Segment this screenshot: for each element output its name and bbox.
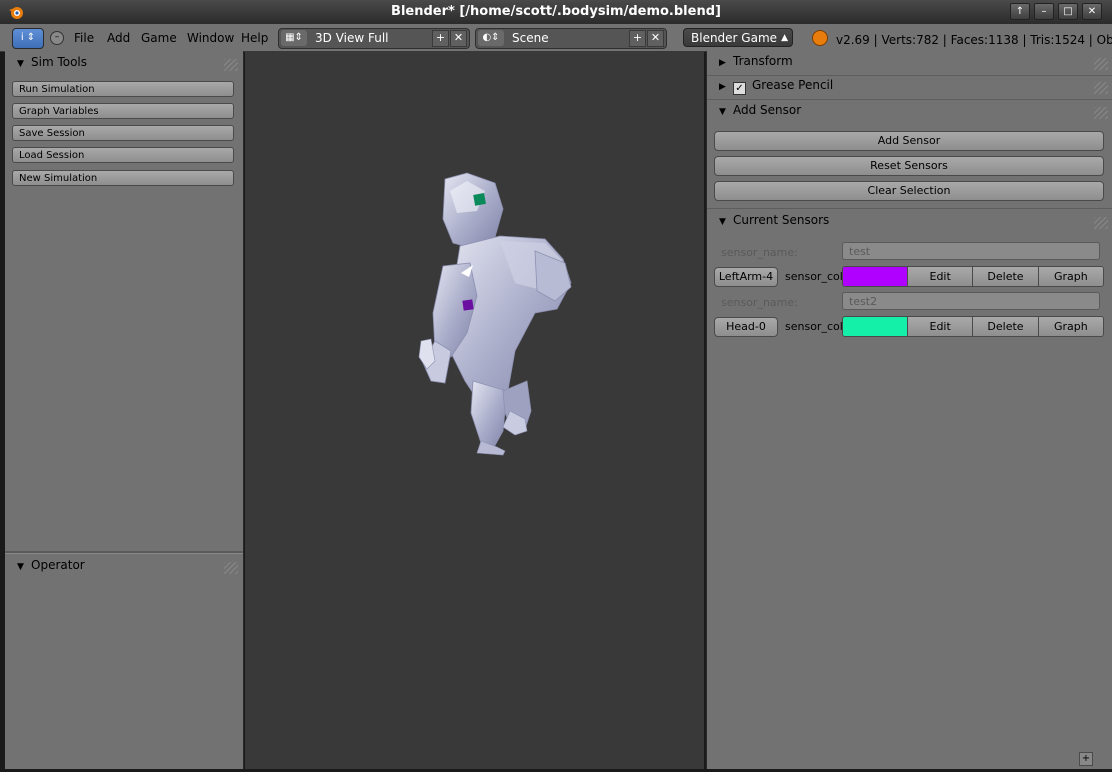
sim-tools-header[interactable]: ▼ Sim Tools [5, 55, 243, 77]
sensor-color-swatch[interactable] [843, 267, 908, 286]
shelf-divider[interactable] [5, 551, 243, 554]
current-sensors-title: Current Sensors [733, 213, 830, 227]
scene-value: Scene [512, 31, 549, 45]
sensor-edit-button[interactable]: Edit [908, 317, 974, 336]
info-icon: i [20, 32, 24, 43]
expanded-triangle-icon: ▼ [17, 562, 24, 572]
sensor-delete-button[interactable]: Delete [973, 267, 1039, 286]
grease-pencil-header[interactable]: ▶ ✓ Grease Pencil [707, 78, 1112, 100]
window-close-button[interactable]: ✕ [1082, 3, 1102, 20]
add-scene-icon[interactable]: + [629, 30, 646, 47]
region-expand-icon[interactable]: + [1079, 752, 1093, 766]
render-engine-value: Blender Game [691, 31, 778, 45]
screen-layout-icon: ▦⇕ [281, 30, 307, 46]
head-sensor-marker[interactable] [473, 193, 486, 206]
operator-header[interactable]: ▼ Operator [5, 558, 243, 580]
panel-grip-icon[interactable] [1094, 58, 1108, 70]
screen-layout-value: 3D View Full [315, 31, 389, 45]
window-titlebar: Blender* [/home/scott/.bodysim/demo.blen… [0, 0, 1112, 24]
sensor-col-label: sensor_col [785, 270, 843, 283]
stats-text: v2.69 | Verts:782 | Faces:1138 | Tris:15… [836, 33, 1112, 47]
sensor-col-label: sensor_col [785, 320, 843, 333]
menu-help[interactable]: Help [241, 31, 268, 45]
save-session-button[interactable]: Save Session [12, 125, 234, 141]
menu-add[interactable]: Add [107, 31, 130, 45]
current-sensors-header[interactable]: ▼ Current Sensors [707, 213, 1112, 235]
expanded-triangle-icon: ▼ [719, 217, 726, 227]
sensor-part-button[interactable]: Head-0 [714, 317, 778, 337]
remove-screen-icon[interactable]: ✕ [450, 30, 467, 47]
add-screen-icon[interactable]: + [432, 30, 449, 47]
collapse-menus-icon[interactable]: – [50, 31, 64, 45]
sensor-color-swatch[interactable] [843, 317, 908, 336]
panel-grip-icon[interactable] [1094, 82, 1108, 94]
collapsed-triangle-icon: ▶ [719, 58, 726, 68]
panel-grip-icon[interactable] [1094, 107, 1108, 119]
scene-icon: ◐⇕ [478, 30, 504, 46]
sensor-edit-button[interactable]: Edit [908, 267, 974, 286]
sensor-name-field[interactable]: test2 [842, 292, 1100, 310]
3d-viewport[interactable] [245, 51, 704, 769]
window-raise-button[interactable]: ↑ [1010, 3, 1030, 20]
sensor-name-label: sensor_name: [721, 246, 798, 259]
sensor-name-field[interactable]: test [842, 242, 1100, 260]
reset-sensors-button[interactable]: Reset Sensors [714, 156, 1104, 176]
grease-pencil-checkbox[interactable]: ✓ [733, 82, 746, 95]
sim-tools-title: Sim Tools [31, 55, 88, 69]
add-sensor-button[interactable]: Add Sensor [714, 131, 1104, 151]
sensor-graph-select-button[interactable]: Graph Select [1038, 317, 1103, 336]
info-header: i ⇕ – File Add Game Window Help ▦⇕ 3D Vi… [0, 24, 1112, 52]
menu-window[interactable]: Window [187, 31, 234, 45]
menu-file[interactable]: File [74, 31, 94, 45]
load-session-button[interactable]: Load Session [12, 147, 234, 163]
sensor-graph-select-button[interactable]: Graph Select [1038, 267, 1103, 286]
sensor-delete-button[interactable]: Delete [973, 317, 1039, 336]
tool-shelf: ▼ Sim Tools Run Simulation Graph Variable… [5, 51, 244, 769]
remove-scene-icon[interactable]: ✕ [647, 30, 664, 47]
grease-pencil-title: Grease Pencil [752, 78, 834, 92]
add-sensor-title: Add Sensor [733, 103, 802, 117]
sensor-part-button[interactable]: LeftArm-4 [714, 267, 778, 287]
transform-header[interactable]: ▶ Transform [707, 54, 1112, 76]
clear-selection-button[interactable]: Clear Selection [714, 181, 1104, 201]
leftarm-sensor-marker[interactable] [462, 299, 474, 311]
blender-logo-small-icon [812, 30, 828, 46]
window-maximize-button[interactable]: □ [1058, 3, 1078, 20]
panel-grip-icon[interactable] [1094, 217, 1108, 229]
panel-grip-icon[interactable] [224, 59, 238, 71]
window-minimize-button[interactable]: – [1034, 3, 1054, 20]
divider [707, 208, 1112, 209]
panel-grip-icon[interactable] [224, 562, 238, 574]
sensor-color-row: Edit Delete Graph Select [842, 316, 1104, 337]
scene-stats: v2.69 | Verts:782 | Faces:1138 | Tris:15… [812, 30, 1112, 47]
properties-region: ▶ Transform ▶ ✓ Grease Pencil ▼ Add Sensor A… [706, 51, 1112, 769]
operator-title: Operator [31, 558, 85, 572]
scene-selector[interactable]: ◐⇕ Scene + ✕ [475, 28, 667, 49]
menu-game[interactable]: Game [141, 31, 177, 45]
window-title: Blender* [/home/scott/.bodysim/demo.blen… [391, 4, 721, 19]
humanoid-mesh [418, 172, 572, 456]
transform-title: Transform [733, 54, 793, 68]
collapsed-triangle-icon: ▶ [719, 82, 726, 92]
graph-variables-button[interactable]: Graph Variables [12, 103, 234, 119]
expanded-triangle-icon: ▼ [17, 59, 24, 69]
screen-layout-selector[interactable]: ▦⇕ 3D View Full + ✕ [278, 28, 470, 49]
new-simulation-button[interactable]: New Simulation [12, 170, 234, 186]
expanded-triangle-icon: ▼ [719, 107, 726, 117]
sensor-color-row: Edit Delete Graph Select [842, 266, 1104, 287]
run-simulation-button[interactable]: Run Simulation [12, 81, 234, 97]
sensor-name-label: sensor_name: [721, 296, 798, 309]
divider [707, 75, 1112, 76]
add-sensor-header[interactable]: ▼ Add Sensor [707, 103, 1112, 125]
editor-type-button[interactable]: i ⇕ [12, 28, 44, 49]
chevron-updown-icon: ▲ [781, 33, 788, 43]
divider [707, 99, 1112, 100]
render-engine-select[interactable]: Blender Game ▲ [683, 28, 793, 47]
